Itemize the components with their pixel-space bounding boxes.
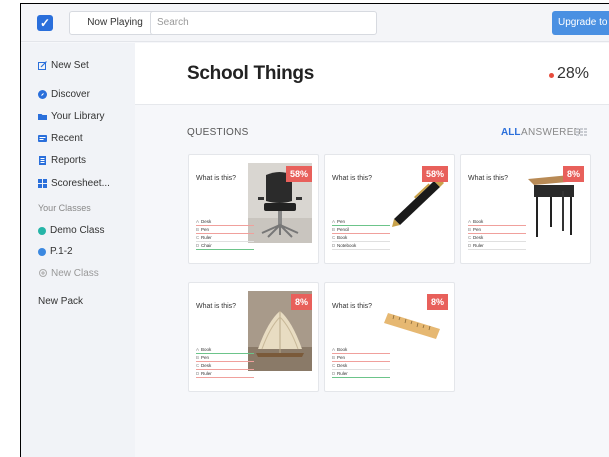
sidebar-item-reports[interactable]: Reports <box>38 155 86 166</box>
clock-icon <box>38 134 47 143</box>
sidebar-item-label: Reports <box>51 155 87 166</box>
answer-option: D Notebook <box>332 243 390 250</box>
answer-options: A Book B Pen C Desk D Ruler <box>332 347 390 379</box>
answer-option: C Book <box>332 235 390 242</box>
sidebar-item-label: New Pack <box>38 296 84 307</box>
percent-badge: 8% <box>426 294 448 310</box>
status-dot-icon <box>549 73 554 78</box>
sidebar-item-demo-class[interactable]: Demo Class <box>38 225 104 236</box>
answer-options: A Desk B Pen C Ruler D Chair <box>196 219 254 251</box>
answer-option: C Desk <box>196 363 254 370</box>
answer-option: A Book <box>468 219 526 226</box>
sidebar-item-scoresheet[interactable]: Scoresheet... <box>38 178 110 189</box>
your-classes-label: Your Classes <box>38 203 91 213</box>
app-window: ✓ Now Playing Search Upgrade to P New Se… <box>20 3 609 457</box>
sidebar-item-label: Recent <box>51 133 83 144</box>
sidebar-item-label: Your Library <box>51 111 105 122</box>
questions-heading: QUESTIONS <box>187 127 249 138</box>
question-text: What is this? <box>332 303 373 310</box>
ruler-image: 8% <box>384 291 448 371</box>
filter-all-tab[interactable]: ALL <box>501 127 520 138</box>
question-card[interactable]: What is this? 8% A Book B Pen C Desk D Ruler <box>324 282 455 392</box>
answer-option: B Pen <box>332 355 390 362</box>
class-dot-icon <box>38 226 46 235</box>
answer-option: B Pen <box>196 355 254 362</box>
sidebar-item-label: P.1-2 <box>50 246 73 257</box>
chair-image: 58% <box>248 163 312 243</box>
answer-option: D Ruler <box>468 243 526 250</box>
question-text: What is this? <box>332 175 373 182</box>
percent-badge: 58% <box>421 166 448 182</box>
question-text: What is this? <box>468 175 509 182</box>
book-image: 8% <box>248 291 312 371</box>
sidebar-item-new-set[interactable]: New Set <box>38 60 89 71</box>
pen-image: 58% <box>384 163 448 243</box>
overall-percent: 28% <box>557 65 590 82</box>
class-dot-icon <box>38 247 46 256</box>
sidebar-item-recent[interactable]: Recent <box>38 133 83 144</box>
sidebar: New Set Discover Your Library Recent Rep… <box>21 43 135 457</box>
upgrade-button[interactable]: Upgrade to P <box>552 11 609 35</box>
desk-image: 8% <box>520 163 584 243</box>
answer-option: B Pen <box>196 227 254 234</box>
percent-badge: 8% <box>562 166 584 182</box>
search-input[interactable]: Search <box>150 11 377 35</box>
question-card[interactable]: What is this? 58% A Pen B Pencil C Book D No… <box>324 154 455 264</box>
edit-icon <box>38 61 47 70</box>
answer-options: A Pen B Pencil C Book D Notebook <box>332 219 390 251</box>
document-icon <box>38 156 47 165</box>
percent-badge: 8% <box>290 294 312 310</box>
page-title: School Things <box>187 63 314 84</box>
question-card[interactable]: What is this? 8% A Book B Pen C Desk D Ruler <box>460 154 591 264</box>
answer-option: A Desk <box>196 219 254 226</box>
question-card[interactable]: What is this? 8% A Book B Pen C Desk D Ruler <box>188 282 319 392</box>
answer-option: D Ruler <box>196 371 254 378</box>
question-text: What is this? <box>196 175 237 182</box>
answer-option: C Desk <box>468 235 526 242</box>
percent-badge: 58% <box>285 166 312 182</box>
answer-options: A Book B Pen C Desk D Ruler <box>196 347 254 379</box>
sidebar-item-new-class[interactable]: New Class <box>38 268 99 279</box>
answer-option: A Book <box>332 347 390 354</box>
app-logo-icon[interactable]: ✓ <box>37 15 53 31</box>
question-card[interactable]: What is this? 58% A Desk B Pen C Ruler D Cha… <box>188 154 319 264</box>
answer-option: B Pen <box>468 227 526 234</box>
top-bar: ✓ Now Playing Search Upgrade to P <box>21 4 609 42</box>
sidebar-item-label: New Class <box>51 268 99 279</box>
sidebar-item-label: Discover <box>51 89 90 100</box>
sidebar-item-label: Scoresheet... <box>51 178 110 189</box>
question-text: What is this? <box>196 303 237 310</box>
sidebar-item-new-pack[interactable]: New Pack <box>38 296 83 307</box>
answer-option: C Ruler <box>196 235 254 242</box>
sidebar-item-discover[interactable]: Discover <box>38 89 90 100</box>
answer-option: A Pen <box>332 219 390 226</box>
sidebar-item-label: Demo Class <box>50 225 105 236</box>
grid-view-icon[interactable] <box>576 128 587 137</box>
compass-icon <box>38 90 47 99</box>
sidebar-item-label: New Set <box>51 60 89 71</box>
folder-icon <box>38 112 47 121</box>
answer-options: A Book B Pen C Desk D Ruler <box>468 219 526 251</box>
sidebar-item-library[interactable]: Your Library <box>38 111 105 122</box>
answer-option: A Book <box>196 347 254 354</box>
sidebar-item-p12[interactable]: P.1-2 <box>38 246 73 257</box>
grid-icon <box>38 179 47 188</box>
add-circle-icon <box>38 269 47 278</box>
main-content: School Things 28% QUESTIONS ALL ANSWERED… <box>135 43 609 457</box>
page-header: School Things 28% <box>135 43 609 105</box>
answer-option: D Ruler <box>332 371 390 378</box>
filter-answered-tab[interactable]: ANSWERED <box>521 127 581 138</box>
answer-option: C Desk <box>332 363 390 370</box>
answer-option: D Chair <box>196 243 254 250</box>
now-playing-button[interactable]: Now Playing <box>69 11 161 35</box>
answer-option: B Pencil <box>332 227 390 234</box>
